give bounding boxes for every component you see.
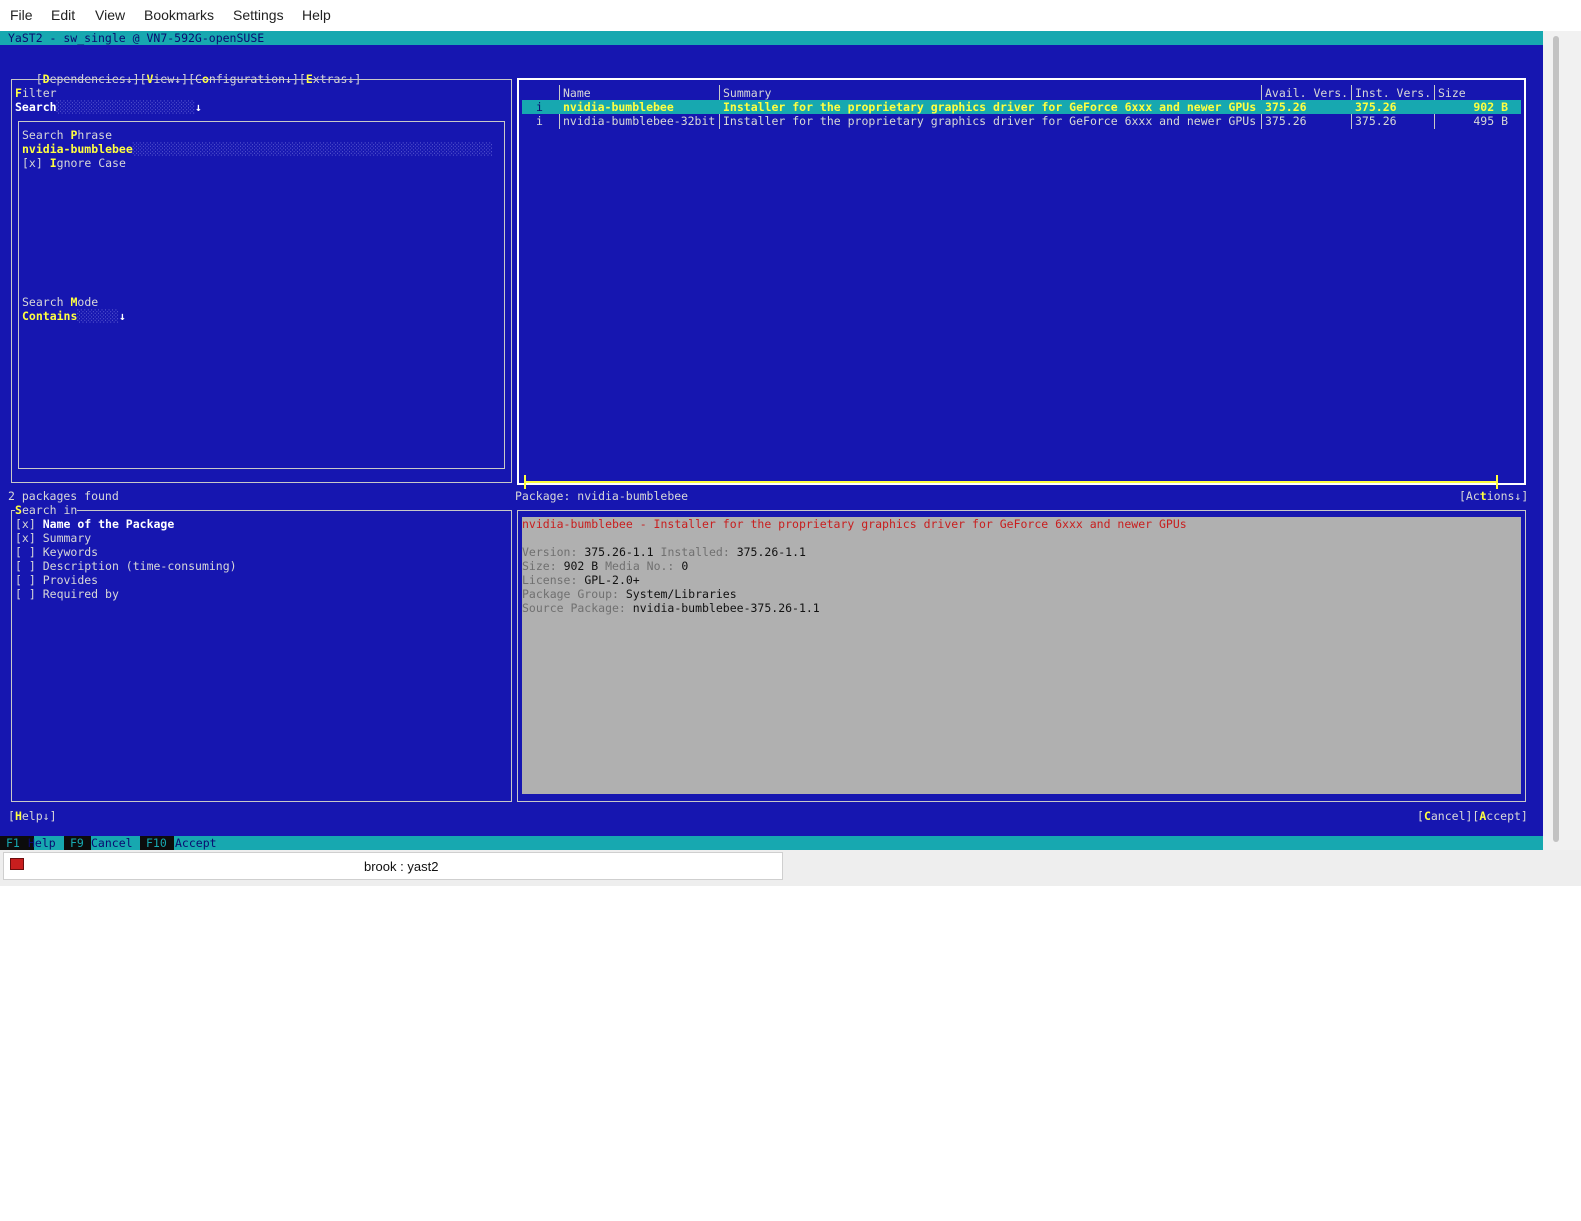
- yast-title: YaST2 - sw_single @ VN7-592G-openSUSE: [8, 31, 265, 45]
- function-key-bar: F1 Help F9 Cancel F10 Accept: [0, 836, 1543, 850]
- row-inst-vers: 375.26: [1355, 100, 1397, 114]
- ignore-case-checkbox[interactable]: [x] Ignore Case: [22, 156, 126, 170]
- f10-label[interactable]: Accept: [175, 836, 217, 850]
- scrollbar-right-end: [1496, 475, 1498, 489]
- row-status[interactable]: i: [536, 114, 543, 128]
- menu-edit[interactable]: Edit: [51, 7, 75, 23]
- f1-label[interactable]: Help: [28, 836, 56, 850]
- terminal-icon: [10, 858, 24, 870]
- package-table-frame: [517, 78, 1526, 485]
- search-phrase-input[interactable]: nvidia-bumblebee░░░░░░░░░░░░░░░░░░░░░░░░…: [22, 142, 493, 156]
- taskbar-entry[interactable]: brook : yast2: [3, 852, 783, 880]
- horizontal-scrollbar[interactable]: [524, 481, 1497, 483]
- row-size: 495 B: [1473, 114, 1508, 128]
- details-version-line: Version: 375.26-1.1 Installed: 375.26-1.…: [522, 545, 806, 559]
- terminal-area: YaST2 - sw_single @ VN7-592G-openSUSE [D…: [0, 31, 1543, 850]
- details-size-line: Size: 902 B Media No.: 0: [522, 559, 689, 573]
- column-header-inst-vers[interactable]: Inst. Vers.: [1355, 86, 1431, 100]
- yast-title-bar: YaST2 - sw_single @ VN7-592G-openSUSE: [0, 31, 1543, 45]
- row-name[interactable]: nvidia-bumblebee: [563, 100, 674, 114]
- details-source-line: Source Package: nvidia-bumblebee-375.26-…: [522, 601, 820, 615]
- row-name[interactable]: nvidia-bumblebee-32bit: [563, 114, 715, 128]
- menu-view[interactable]: View: [95, 7, 125, 23]
- bottom-buttons: [Cancel][Accept]: [1417, 809, 1528, 823]
- row-summary[interactable]: Installer for the proprietary graphics d…: [723, 114, 1256, 128]
- row-summary[interactable]: Installer for the proprietary graphics d…: [723, 100, 1256, 114]
- search-in-name-checkbox[interactable]: [x] Name of the Package: [15, 517, 174, 531]
- filter-combo[interactable]: Search░░░░░░░░░░░░░░░░░░░░↓: [15, 100, 202, 114]
- search-mode-label: Search Mode: [22, 295, 99, 309]
- f9-label[interactable]: Cancel: [91, 836, 133, 850]
- search-mode-combo[interactable]: Contains░░░░░░↓: [22, 309, 126, 323]
- search-in-required-by-checkbox[interactable]: [ ] Required by: [15, 587, 119, 601]
- search-in-label: Search in: [15, 503, 78, 517]
- menu-file[interactable]: File: [10, 7, 33, 23]
- scrollbar-left-end: [524, 475, 526, 489]
- details-license-line: License: GPL-2.0+: [522, 573, 640, 587]
- search-phrase-label: Search Phrase: [22, 128, 113, 142]
- packages-found-status: 2 packages found: [8, 489, 119, 503]
- search-in-description-checkbox[interactable]: [ ] Description (time-consuming): [15, 559, 237, 573]
- actions-menu-button[interactable]: [Actions↓]: [1459, 489, 1528, 503]
- details-headline: nvidia-bumblebee - Installer for the pro…: [522, 517, 1187, 531]
- details-group-line: Package Group: System/Libraries: [522, 587, 737, 601]
- filter-label: Filter: [15, 86, 57, 100]
- column-header-name[interactable]: Name: [563, 86, 591, 100]
- menu-settings[interactable]: Settings: [233, 7, 284, 23]
- search-in-provides-checkbox[interactable]: [ ] Provides: [15, 573, 98, 587]
- scrollbar-thumb[interactable]: [1553, 36, 1559, 842]
- cancel-button[interactable]: [Cancel]: [1417, 809, 1472, 823]
- column-header-avail-vers[interactable]: Avail. Vers.: [1265, 86, 1348, 100]
- help-button[interactable]: [Help↓]: [8, 809, 57, 823]
- row-size: 902 B: [1473, 100, 1508, 114]
- f9-key[interactable]: F9: [64, 836, 91, 850]
- taskbar-title: brook : yast2: [364, 859, 439, 874]
- row-avail-vers: 375.26: [1265, 100, 1307, 114]
- chevron-down-icon: ↓: [195, 100, 202, 114]
- row-inst-vers: 375.26: [1355, 114, 1397, 128]
- search-in-summary-checkbox[interactable]: [x] Summary: [15, 531, 91, 545]
- package-label: Package: nvidia-bumblebee: [515, 489, 689, 503]
- column-header-summary[interactable]: Summary: [723, 86, 771, 100]
- chevron-down-icon: ↓: [118, 309, 126, 323]
- accept-button[interactable]: [Accept]: [1472, 809, 1527, 823]
- window-scrollbar[interactable]: [1543, 31, 1581, 850]
- row-status[interactable]: i: [536, 100, 543, 114]
- menu-bookmarks[interactable]: Bookmarks: [144, 7, 214, 23]
- column-header-size[interactable]: Size: [1438, 86, 1466, 100]
- f10-key[interactable]: F10: [140, 836, 174, 850]
- menu-help[interactable]: Help: [302, 7, 331, 23]
- window-menubar: File Edit View Bookmarks Settings Help: [0, 0, 1581, 31]
- row-avail-vers: 375.26: [1265, 114, 1307, 128]
- search-in-keywords-checkbox[interactable]: [ ] Keywords: [15, 545, 98, 559]
